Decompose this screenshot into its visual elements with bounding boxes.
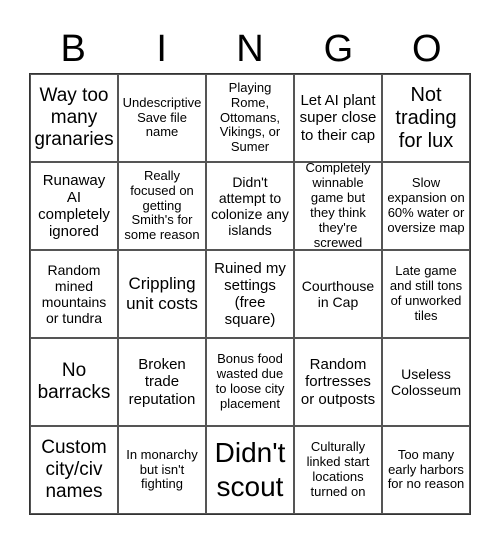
bingo-cell[interactable]: Didn't attempt to colonize any islands: [206, 162, 294, 250]
bingo-cell[interactable]: Runaway AI completely ignored: [30, 162, 118, 250]
bingo-cell[interactable]: Completely winnable game but they think …: [294, 162, 382, 250]
bingo-cell[interactable]: Bonus food wasted due to loose city plac…: [206, 338, 294, 426]
bingo-cell[interactable]: Random fortresses or outposts: [294, 338, 382, 426]
bingo-grid: Way too many granaries Undescriptive Sav…: [29, 73, 471, 515]
bingo-cell[interactable]: Random mined mountains or tundra: [30, 250, 118, 338]
bingo-cell[interactable]: Undescriptive Save file name: [118, 74, 206, 162]
bingo-cell[interactable]: Culturally linked start locations turned…: [294, 426, 382, 514]
header-letter-n: N: [236, 28, 264, 70]
bingo-cell[interactable]: Playing Rome, Ottomans, Vikings, or Sume…: [206, 74, 294, 162]
bingo-header: B I N G O: [29, 26, 471, 72]
bingo-cell[interactable]: Let AI plant super close to their cap: [294, 74, 382, 162]
bingo-cell[interactable]: Broken trade reputation: [118, 338, 206, 426]
bingo-cell[interactable]: Way too many granaries: [30, 74, 118, 162]
bingo-cell[interactable]: Crippling unit costs: [118, 250, 206, 338]
bingo-cell[interactable]: Late game and still tons of unworked til…: [382, 250, 470, 338]
bingo-cell[interactable]: Really focused on getting Smith's for so…: [118, 162, 206, 250]
bingo-cell[interactable]: Courthouse in Cap: [294, 250, 382, 338]
bingo-cell[interactable]: Slow expansion on 60% water or oversize …: [382, 162, 470, 250]
bingo-cell[interactable]: Didn't scout: [206, 426, 294, 514]
header-letter-o: O: [412, 28, 442, 70]
bingo-cell-free-square[interactable]: Ruined my settings (free square): [206, 250, 294, 338]
bingo-cell[interactable]: In monarchy but isn't fighting: [118, 426, 206, 514]
bingo-cell[interactable]: Useless Colosseum: [382, 338, 470, 426]
header-letter-g: G: [323, 28, 354, 70]
header-letter-b: B: [60, 28, 86, 70]
bingo-cell[interactable]: Not trading for lux: [382, 74, 470, 162]
header-letter-i: I: [156, 28, 167, 70]
bingo-cell[interactable]: Custom city/civ names: [30, 426, 118, 514]
bingo-cell[interactable]: No barracks: [30, 338, 118, 426]
bingo-cell[interactable]: Too many early harbors for no reason: [382, 426, 470, 514]
